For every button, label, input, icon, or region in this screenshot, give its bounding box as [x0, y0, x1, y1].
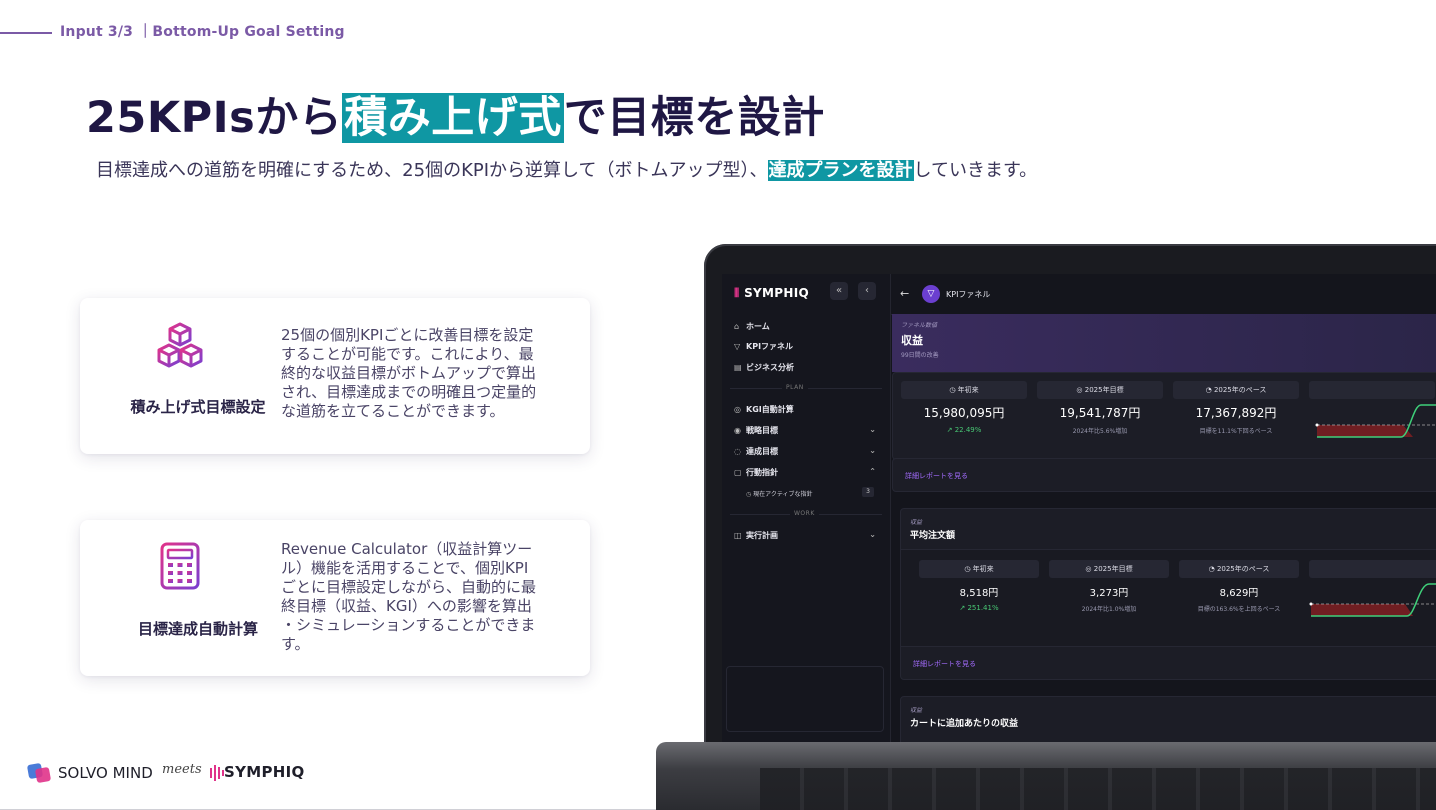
count-badge: 3 — [862, 487, 874, 497]
feature-card-auto-calc: 目標達成自動計算 Revenue Calculator（収益計算ツー ル）機能を活… — [80, 520, 590, 676]
chevron-up-icon: ⌃ — [869, 467, 876, 476]
panel-revenue-per-cart: 収益 カートに追加あたりの収益 — [900, 696, 1436, 742]
chevron-down-icon: ⌄ — [869, 425, 876, 434]
stat-label: ◔ 2025年のペース — [1179, 560, 1299, 578]
calculator-icon — [156, 540, 212, 596]
coin-icon: ◎ — [734, 405, 741, 414]
chevron-down-icon: ⌄ — [869, 446, 876, 455]
clock-icon: ◷ — [746, 491, 752, 498]
chevron-down-icon: ⌄ — [869, 530, 876, 539]
card-label: 目標達成自動計算 — [137, 620, 258, 638]
page-subtitle: 目標達成への道筋を明確にするため、25個のKPIから逆算して（ボトムアップ型）、… — [96, 158, 1037, 184]
doc-icon: ▤ — [734, 363, 742, 372]
subtitle-suffix: していきます。 — [913, 160, 1038, 181]
stat-label: ◎ 2025年目標 — [1037, 381, 1163, 399]
sidebar-item-business[interactable]: ▤ ビジネス分析 — [734, 362, 794, 373]
sidebar-item-execution[interactable]: ◫ 実行計画 ⌄ — [734, 530, 884, 541]
stat-label: ◔ 2025年のペース — [1173, 381, 1299, 399]
stat-label: ◎ 2025年目標 — [1049, 560, 1169, 578]
symphiq-text: SYMPHIQ — [224, 763, 305, 781]
sidebar-item-kgi[interactable]: ◎ KGI自動計算 — [734, 404, 794, 415]
sidebar-footer-box — [726, 666, 884, 732]
stat-label: ◷ 年初来 — [919, 560, 1039, 578]
title-suffix: で目標を設計 — [563, 93, 825, 143]
section-plan: PLAN — [782, 384, 808, 391]
home-icon: ⌂ — [734, 322, 740, 331]
sparkline-chart — [1315, 404, 1436, 438]
header-rule — [0, 32, 52, 34]
stat-growth: ↗ 22.49% — [946, 426, 982, 434]
meets-text: meets — [162, 762, 202, 777]
stat-label: ◷ 年初来 — [901, 381, 1027, 399]
panel-aov: 収益 平均注文額 ◷ 年初来 ◎ 2025年目標 ◔ 2025年のペース 8,5… — [900, 508, 1436, 680]
sidebar-subitem-active[interactable]: ◷ 現在アクティブな指針 — [746, 489, 813, 498]
app-screen: ⦀ SYMPHIQ « ‹ ⌂ ホーム ▽ KPIファネル ▤ ビジネス分析 PLAN… — [722, 274, 1436, 742]
clipboard-icon: ▢ — [734, 468, 742, 477]
stat-note: 目標の163.6%を上回るペース — [1197, 606, 1281, 613]
funnel-icon: ▽ — [734, 342, 741, 351]
section-label: Input 3/3 ｜Bottom-Up Goal Setting — [60, 24, 345, 40]
title-highlight: 積み上げ式 — [342, 93, 564, 143]
stat-value: 8,518円 — [959, 588, 999, 599]
stat-label-empty — [1309, 560, 1436, 578]
panel-revenue-header: ファネル数値 収益 99日間の改善 — [892, 314, 1436, 372]
feature-card-bottom-up: 積み上げ式目標設定 25個の個別KPIごとに改善目標を設定 することが可能です。こ… — [80, 298, 590, 454]
subtitle-prefix: 目標達成への道筋を明確にするため、25個のKPIから逆算して（ボトムアップ型）、 — [96, 160, 768, 181]
laptop-keyboard — [760, 768, 1436, 810]
target-icon: ◉ — [734, 426, 741, 435]
book-icon: ◫ — [734, 531, 742, 540]
symphiq-logo-icon — [210, 764, 224, 786]
detail-report-link[interactable]: 詳細レポートを見る — [913, 659, 976, 669]
stat-label-empty — [1309, 381, 1435, 399]
card-label: 積み上げ式目標設定 — [130, 398, 266, 416]
title-prefix: 25KPIsから — [86, 93, 343, 143]
cubes-icon — [152, 320, 208, 376]
back-arrow-icon[interactable]: ← — [900, 287, 909, 300]
panel-revenue-stats: ◷ 年初来 ◎ 2025年目標 ◔ 2025年のペース 15,980,095円 … — [892, 372, 1436, 460]
sidebar-item-goals[interactable]: ◌ 達成目標 ⌄ — [734, 446, 884, 457]
detail-report-link[interactable]: 詳細レポートを見る — [905, 471, 968, 481]
topbar-title: KPIファネル — [946, 290, 991, 299]
card-description: 25個の個別KPIごとに改善目標を設定 することが可能です。これにより、最 終的な収… — [281, 326, 537, 420]
stat-note: 目標を11.1%下回るペース — [1199, 428, 1273, 435]
solvo-mind-logo-icon — [26, 762, 54, 790]
section-work: WORK — [790, 510, 819, 517]
sidebar-item-strategy[interactable]: ◉ 戦略目標 ⌄ — [734, 425, 884, 436]
stat-note: 2024年比5.6%増加 — [1072, 428, 1128, 435]
sidebar-item-action[interactable]: ▢ 行動指針 ⌃ — [734, 467, 884, 478]
panel-aov-stats: ◷ 年初来 ◎ 2025年目標 ◔ 2025年のペース 8,518円 3,273… — [901, 549, 1436, 647]
app-logo: ⦀ SYMPHIQ — [734, 286, 809, 300]
sidebar-back-button[interactable]: ‹ — [858, 282, 876, 300]
stat-value: 15,980,095円 — [923, 406, 1005, 420]
app-topbar: ← ▽ KPIファネル — [890, 274, 1436, 315]
stat-value: 8,629円 — [1219, 588, 1259, 599]
goal-icon: ◌ — [734, 447, 741, 456]
stat-value: 19,541,787円 — [1059, 406, 1141, 420]
stat-growth: ↗ 251.41% — [959, 604, 999, 612]
sidebar-item-home[interactable]: ⌂ ホーム — [734, 321, 770, 332]
solvo-mind-text: SOLVO MIND — [58, 764, 153, 782]
subtitle-highlight: 達成プランを設計 — [767, 160, 914, 181]
sidebar-item-kpi-funnel[interactable]: ▽ KPIファネル — [734, 341, 793, 352]
funnel-icon: ▽ — [922, 285, 940, 303]
stat-note: 2024年比1.0%増加 — [1081, 606, 1137, 613]
app-sidebar: ⦀ SYMPHIQ « ‹ ⌂ ホーム ▽ KPIファネル ▤ ビジネス分析 PLAN… — [722, 274, 891, 742]
card-description: Revenue Calculator（収益計算ツー ル）機能を活用することで、個別… — [281, 540, 537, 653]
collapse-button[interactable]: « — [830, 282, 848, 300]
sparkline-chart — [1309, 583, 1436, 617]
panel-revenue-footer: 詳細レポートを見る — [892, 458, 1436, 492]
stat-value: 17,367,892円 — [1195, 406, 1277, 420]
page-title: 25KPIsから積み上げ式で目標を設計 — [86, 92, 825, 144]
stat-value: 3,273円 — [1089, 588, 1129, 599]
